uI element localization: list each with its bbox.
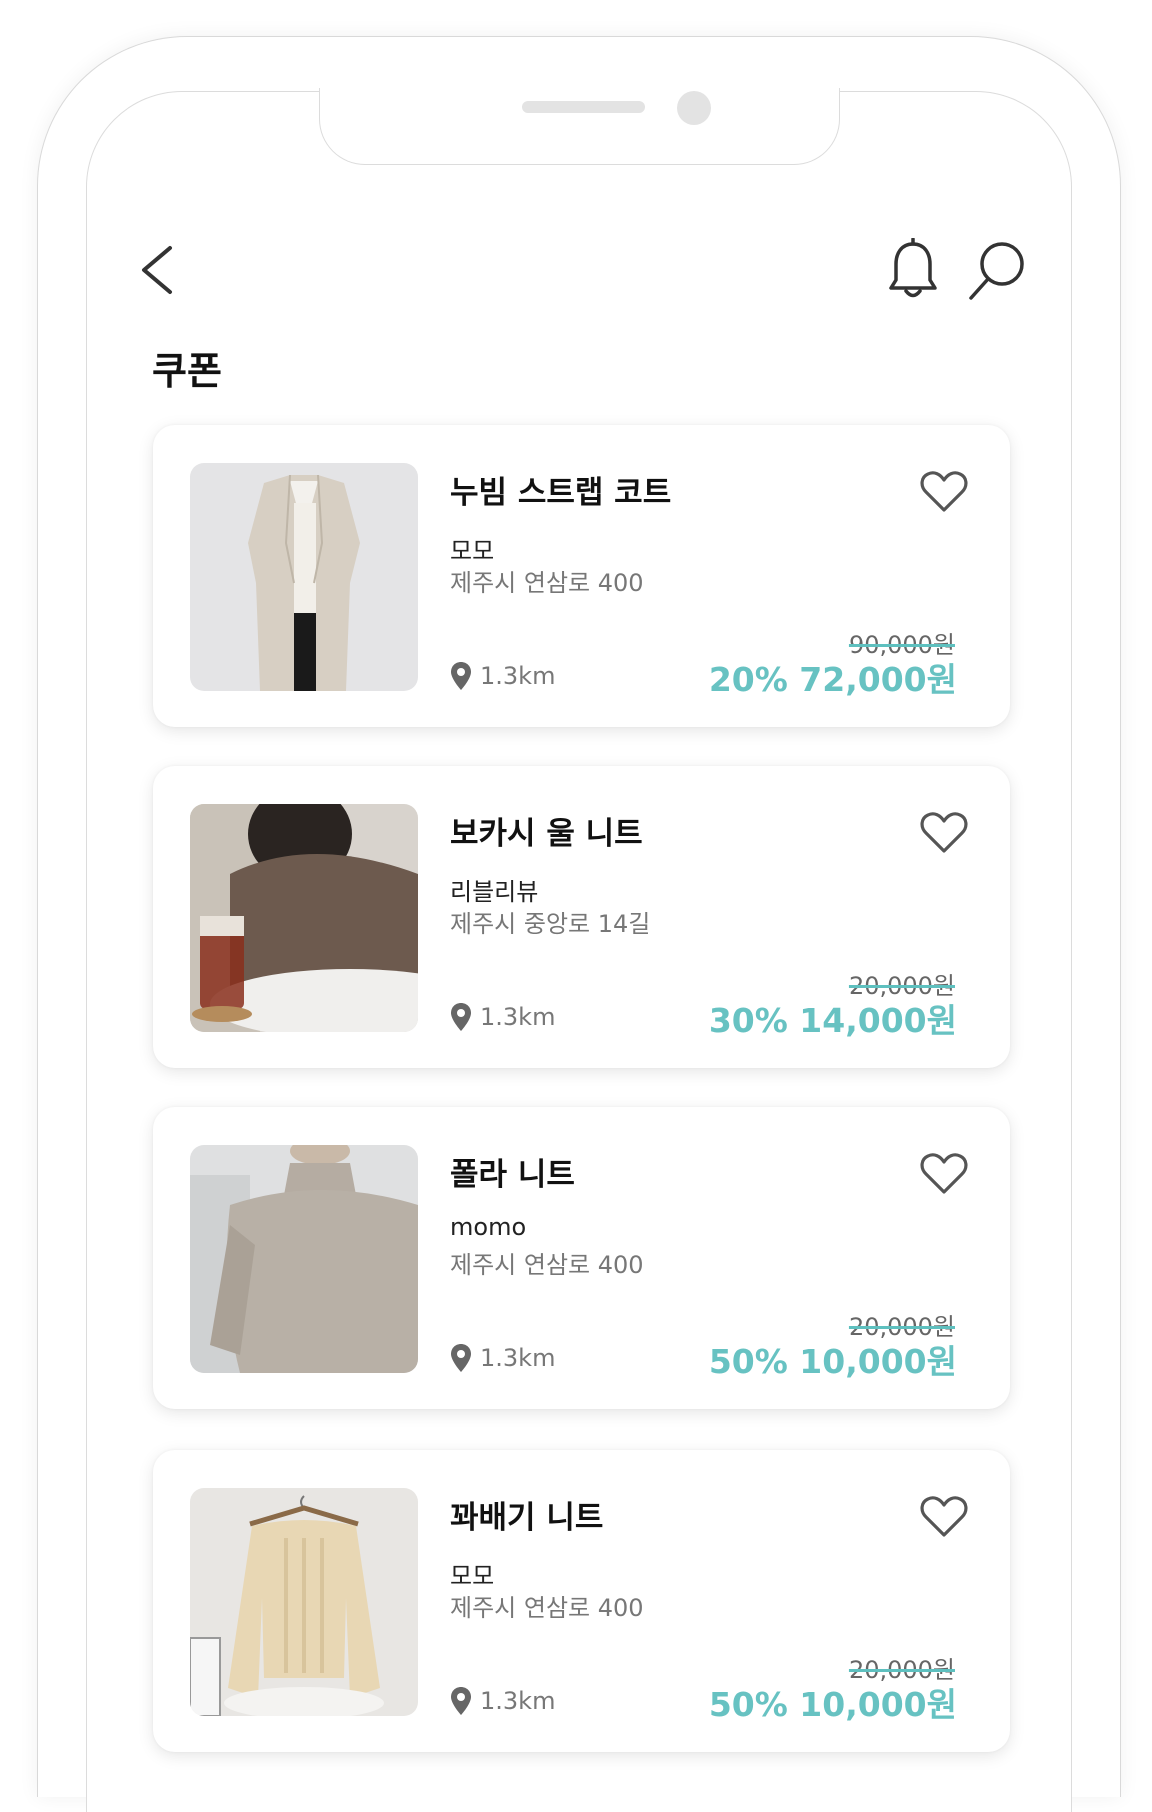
heart-icon[interactable] <box>920 469 968 513</box>
distance-text: 1.3km <box>480 1344 556 1372</box>
product-image-cable-knit <box>190 1488 418 1716</box>
coupon-card[interactable]: 꽈배기 니트 모모 제주시 연삼로 400 1.3km 20,000원 50% … <box>153 1450 1010 1752</box>
distance-info: 1.3km <box>450 661 555 691</box>
heart-icon[interactable] <box>920 1151 968 1195</box>
location-pin-icon <box>451 662 471 690</box>
product-image-turtleneck <box>190 1145 418 1373</box>
chevron-left-icon[interactable] <box>138 244 178 296</box>
search-icon[interactable] <box>968 240 1026 302</box>
front-camera <box>677 91 711 125</box>
speaker-grille <box>522 101 645 113</box>
store-name: 리블리뷰 <box>450 878 539 906</box>
distance-text: 1.3km <box>480 1003 556 1031</box>
product-name: 누빔 스트랩 코트 <box>450 475 672 511</box>
store-name: 모모 <box>450 1562 495 1590</box>
heart-icon[interactable] <box>920 1494 968 1538</box>
phone-notch <box>319 88 840 165</box>
store-address: 제주시 연삼로 400 <box>450 1251 644 1279</box>
location-pin-icon <box>451 1344 471 1372</box>
sale-price: 50% 10,000원 <box>708 1685 957 1724</box>
product-name: 폴라 니트 <box>450 1157 575 1193</box>
page-title: 쿠폰 <box>152 349 222 393</box>
store-address: 제주시 중앙로 14길 <box>450 910 651 938</box>
store-address: 제주시 연삼로 400 <box>450 1594 644 1622</box>
store-address: 제주시 연삼로 400 <box>450 569 644 597</box>
product-image-knit <box>190 804 418 1032</box>
store-name: 모모 <box>450 537 495 565</box>
distance-text: 1.3km <box>480 1687 556 1715</box>
coupon-card[interactable]: 누빔 스트랩 코트 모모 제주시 연삼로 400 1.3km 90,000원 2… <box>153 425 1010 727</box>
sale-price: 20% 72,000원 <box>708 660 957 699</box>
distance-text: 1.3km <box>480 662 556 690</box>
coupon-card[interactable]: 폴라 니트 momo 제주시 연삼로 400 1.3km 20,000원 50%… <box>153 1107 1010 1409</box>
sale-price: 50% 10,000원 <box>708 1342 957 1381</box>
distance-info: 1.3km <box>450 1002 555 1032</box>
product-name: 보카시 울 니트 <box>450 816 643 852</box>
product-image-coat <box>190 463 418 691</box>
location-pin-icon <box>451 1003 471 1031</box>
coupon-card[interactable]: 보카시 울 니트 리블리뷰 제주시 중앙로 14길 1.3km 20,000원 … <box>153 766 1010 1068</box>
distance-info: 1.3km <box>450 1343 555 1373</box>
product-name: 꽈배기 니트 <box>450 1500 604 1536</box>
store-name: momo <box>450 1213 527 1241</box>
location-pin-icon <box>451 1687 471 1715</box>
sale-price: 30% 14,000원 <box>708 1001 957 1040</box>
bell-icon[interactable] <box>886 238 940 300</box>
distance-info: 1.3km <box>450 1686 555 1716</box>
heart-icon[interactable] <box>920 810 968 854</box>
